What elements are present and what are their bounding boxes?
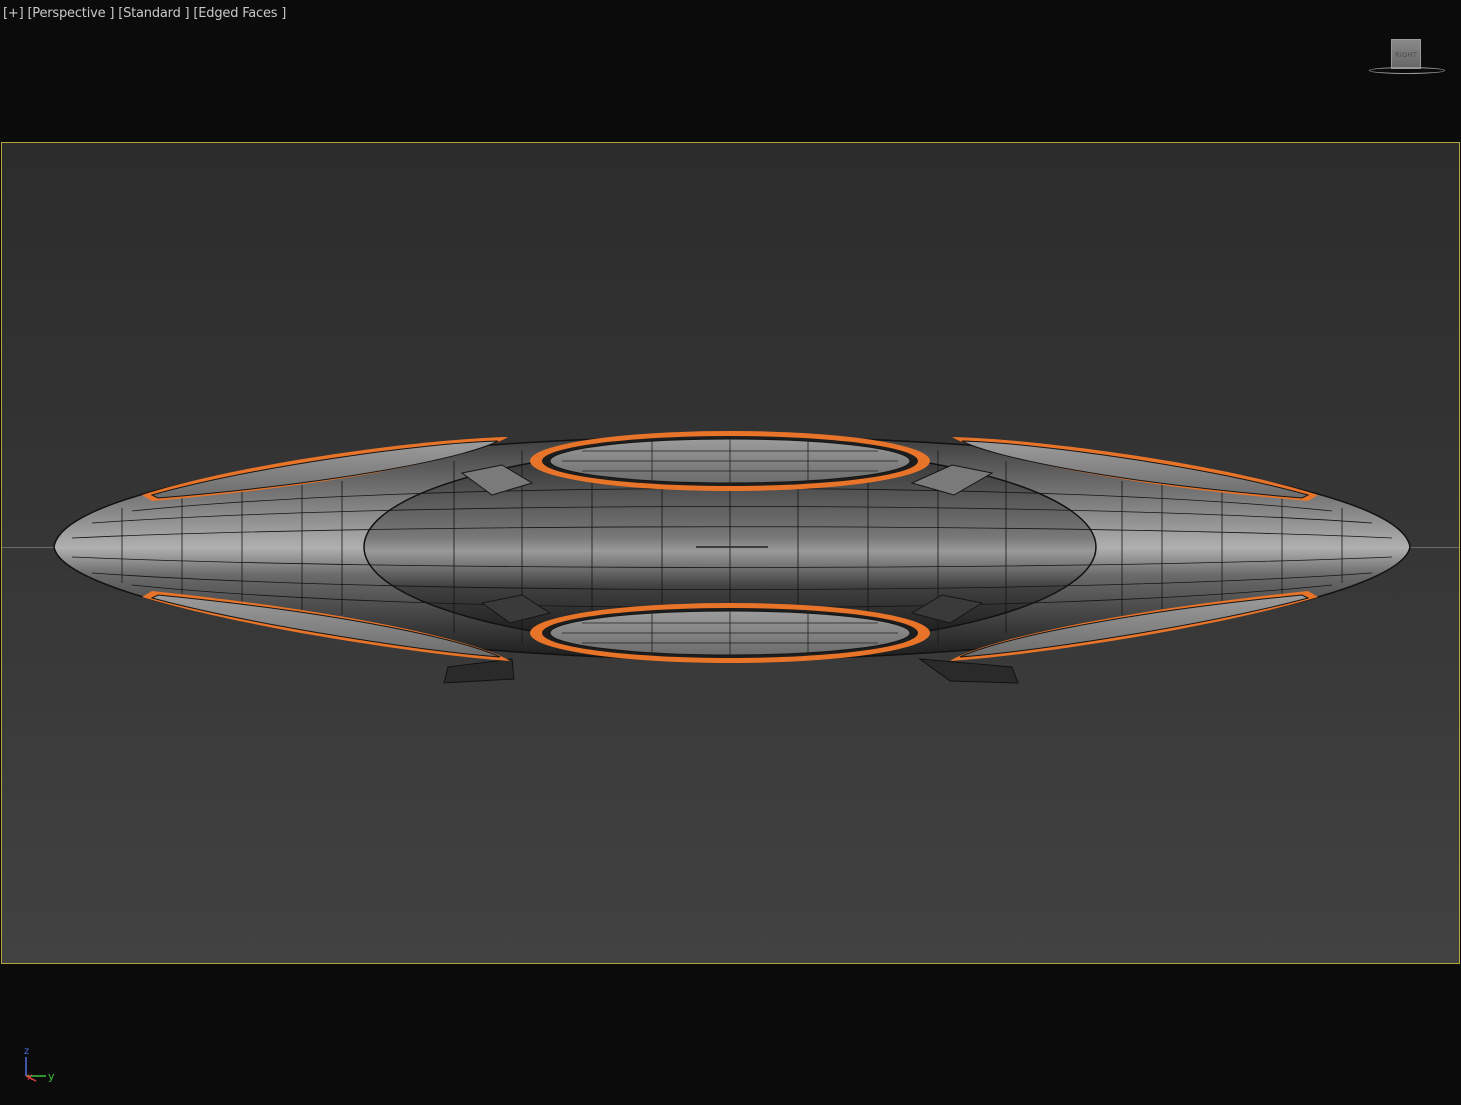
landing-foot-left (443, 658, 515, 684)
axis-x-label: x (27, 1072, 33, 1083)
viewport-view-menu[interactable]: [Perspective ] (27, 6, 114, 21)
bottom-pad-center (530, 603, 930, 663)
viewport-shading-menu[interactable]: [Standard ] (118, 6, 189, 21)
axis-tripod: z x y (24, 1046, 55, 1083)
viewport-plus-menu[interactable]: [+] (3, 6, 24, 21)
viewport-label-menu: [+] [Perspective ] [Standard ] [Edged Fa… (3, 6, 286, 21)
axis-y-label: y (48, 1070, 55, 1083)
viewcube[interactable]: RIGHT (1366, 36, 1448, 80)
viewport-edges-menu[interactable]: [Edged Faces ] (193, 6, 286, 21)
viewcube-compass-ring[interactable] (1369, 67, 1445, 74)
top-pad-center (530, 431, 930, 491)
axis-z-label: z (24, 1046, 29, 1057)
viewcube-right-face[interactable]: RIGHT (1391, 39, 1421, 69)
safe-frame[interactable] (1, 142, 1460, 964)
landing-foot-right (918, 658, 1019, 684)
spaceship-model[interactable] (2, 143, 1459, 963)
